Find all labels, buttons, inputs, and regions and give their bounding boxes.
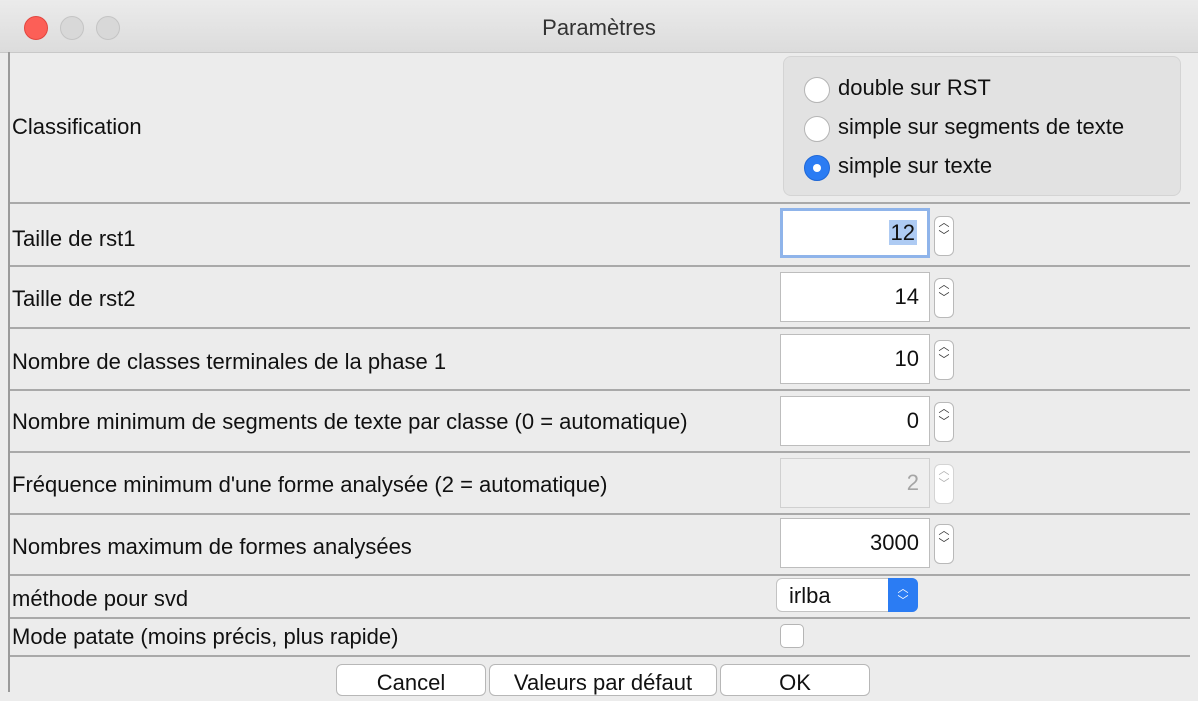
radio-button[interactable] (804, 77, 830, 103)
rst2-value: 14 (894, 284, 919, 309)
radio-label: double sur RST (838, 75, 991, 100)
max-formes-input[interactable]: 3000 (780, 518, 930, 568)
rst1-input[interactable]: 12 (780, 208, 930, 258)
svd-label: méthode pour svd (12, 586, 189, 611)
updown-arrows-icon[interactable]: ︿ ﹀ (888, 578, 918, 612)
chevron-down-icon: ﹀ (938, 478, 950, 490)
field-label-max-formes: Nombres maximum de formes analysées (12, 534, 412, 559)
min-segments-stepper[interactable]: ︿ ﹀ (934, 402, 954, 442)
radio-label: simple sur texte (838, 153, 993, 178)
chevron-up-icon[interactable]: ︿ (935, 217, 953, 230)
radio-label: simple sur segments de texte (838, 114, 1125, 139)
classification-radio-group: double sur RST simple sur segments de te… (783, 56, 1181, 196)
field-label-frequence: Fréquence minimum d'une forme analysée (… (12, 472, 608, 497)
chevron-down-icon[interactable]: ﹀ (935, 230, 953, 243)
radio-button-checked[interactable] (804, 155, 830, 181)
classes-value: 10 (894, 346, 919, 371)
classes-input[interactable]: 10 (780, 334, 930, 384)
max-formes-stepper[interactable]: ︿ ﹀ (934, 524, 954, 564)
rst1-value: 12 (888, 220, 917, 245)
left-border (8, 52, 10, 692)
frequence-stepper: ︿ ﹀ (934, 464, 954, 504)
row-divider (10, 451, 1190, 453)
frequence-value: 2 (906, 470, 919, 495)
svd-select[interactable]: irlba ︿ ﹀ (776, 578, 918, 612)
chevron-up-icon: ︿ (938, 465, 950, 477)
min-segments-input[interactable]: 0 (780, 396, 930, 446)
row-divider (10, 513, 1190, 515)
patate-checkbox[interactable] (780, 624, 804, 648)
ok-button[interactable]: OK (720, 664, 870, 696)
title-bar[interactable]: Paramètres (0, 0, 1198, 53)
chevron-down-icon[interactable]: ﹀ (935, 416, 953, 429)
row-divider (10, 327, 1190, 329)
chevron-up-icon[interactable]: ︿ (935, 341, 953, 354)
rst1-stepper[interactable]: ︿ ﹀ (934, 216, 954, 256)
chevron-down-icon[interactable]: ﹀ (935, 354, 953, 367)
min-segments-value: 0 (906, 408, 919, 433)
max-formes-value: 3000 (870, 530, 919, 555)
row-divider (10, 617, 1190, 619)
patate-label: Mode patate (moins précis, plus rapide) (12, 624, 399, 649)
defaults-button[interactable]: Valeurs par défaut (489, 664, 717, 696)
chevron-up-icon[interactable]: ︿ (935, 403, 953, 416)
rst2-stepper[interactable]: ︿ ﹀ (934, 278, 954, 318)
chevron-up-icon[interactable]: ︿ (935, 279, 953, 292)
chevron-down-icon[interactable]: ﹀ (935, 292, 953, 305)
field-label-classes: Nombre de classes terminales de la phase… (12, 349, 447, 374)
rst2-input[interactable]: 14 (780, 272, 930, 322)
classes-stepper[interactable]: ︿ ﹀ (934, 340, 954, 380)
frequence-input: 2 (780, 458, 930, 508)
row-divider (10, 574, 1190, 576)
row-divider (10, 202, 1190, 204)
classification-label: Classification (12, 114, 142, 139)
radio-button[interactable] (804, 116, 830, 142)
row-divider (10, 655, 1190, 657)
field-label-rst1: Taille de rst1 (12, 226, 136, 251)
field-label-rst2: Taille de rst2 (12, 286, 136, 311)
parametres-dialog: Paramètres Classification double sur RST… (0, 0, 1198, 696)
chevron-down-icon[interactable]: ﹀ (935, 538, 953, 551)
window-title: Paramètres (542, 15, 656, 40)
row-divider (10, 389, 1190, 391)
svd-selected-value: irlba (789, 583, 831, 608)
field-label-min-segments: Nombre minimum de segments de texte par … (12, 409, 688, 434)
chevron-up-icon[interactable]: ︿ (935, 525, 953, 538)
row-divider (10, 265, 1190, 267)
cancel-button[interactable]: Cancel (336, 664, 486, 696)
